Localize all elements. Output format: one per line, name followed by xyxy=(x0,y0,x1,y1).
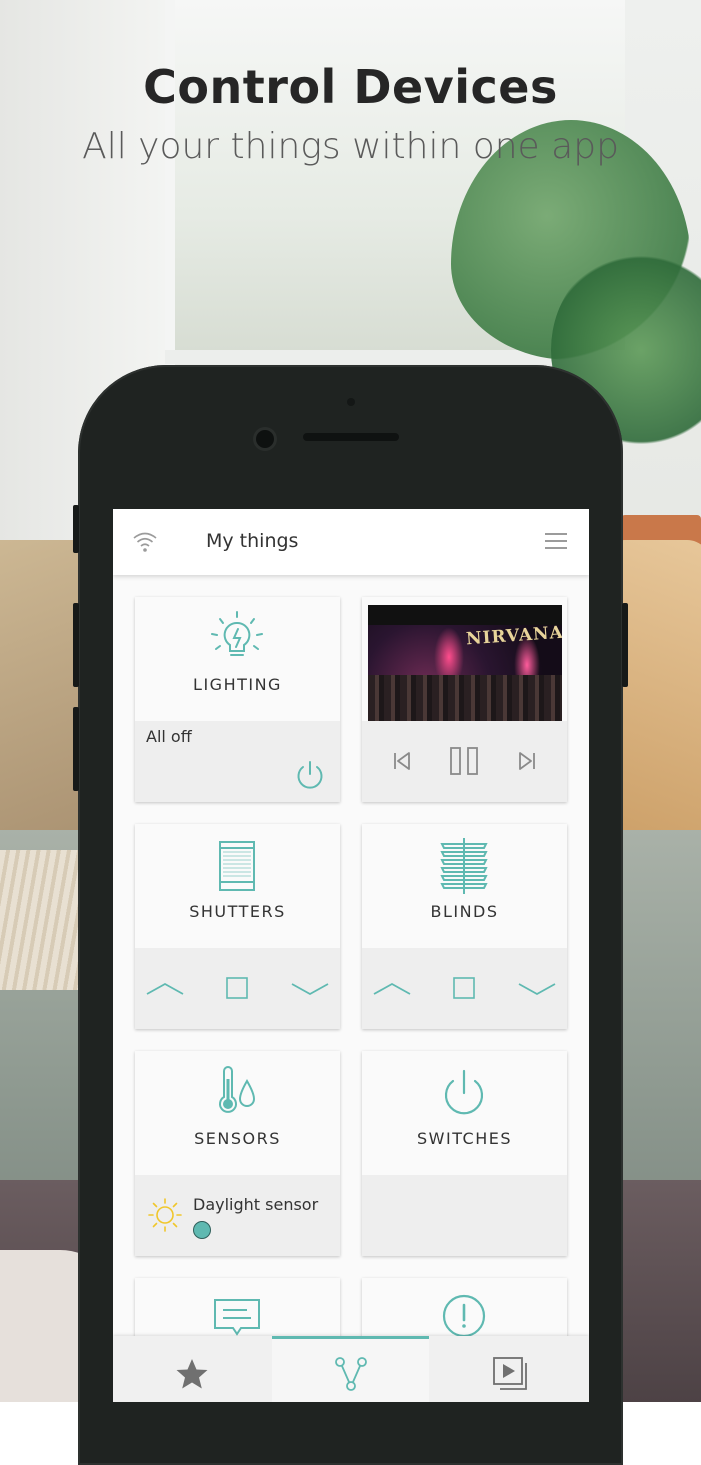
nav-things[interactable] xyxy=(272,1336,429,1402)
album-cover: NIRVANA xyxy=(368,605,562,721)
active-tab-indicator xyxy=(272,1336,429,1339)
nav-favorites[interactable] xyxy=(113,1336,270,1402)
things-grid: LIGHTING All off NIRVANA SHUTTERS BLINDS… xyxy=(113,575,589,1402)
media-icon xyxy=(493,1357,527,1390)
down-icon[interactable] xyxy=(517,974,557,1004)
phone-button xyxy=(73,603,79,687)
tile-label: LIGHTING xyxy=(193,675,282,694)
light-bulb-icon xyxy=(211,611,263,656)
blinds-icon xyxy=(440,838,488,894)
previous-icon[interactable] xyxy=(390,749,414,773)
tile-label: BLINDS xyxy=(430,902,499,921)
tile-label: SWITCHES xyxy=(417,1129,512,1148)
stop-icon[interactable] xyxy=(217,974,257,1004)
tile-blinds[interactable]: BLINDS xyxy=(362,824,567,1029)
camera xyxy=(256,430,274,448)
tile-media-player[interactable]: NIRVANA xyxy=(362,597,567,802)
sun-icon xyxy=(148,1198,182,1232)
page-title: My things xyxy=(206,530,299,552)
power-icon[interactable] xyxy=(293,758,327,792)
album-title: NIRVANA xyxy=(465,622,562,650)
earpiece-speaker xyxy=(303,433,399,441)
hamburger-menu-icon[interactable] xyxy=(545,533,567,551)
phone-button xyxy=(73,707,79,791)
stop-icon[interactable] xyxy=(444,974,484,1004)
phone-screen: My things LIGHTING All off NIRVANA SHUTT… xyxy=(113,509,589,1402)
app-bar: My things xyxy=(113,509,589,575)
network-icon xyxy=(335,1357,367,1391)
thermometer-drop-icon xyxy=(219,1066,256,1113)
hero-title: Control Devices xyxy=(143,60,558,114)
pause-icon[interactable] xyxy=(448,745,480,777)
up-icon[interactable] xyxy=(145,974,185,1004)
up-icon[interactable] xyxy=(372,974,412,1004)
tile-switches[interactable]: SWITCHES xyxy=(362,1051,567,1256)
nav-media[interactable] xyxy=(431,1336,588,1402)
tile-shutters[interactable]: SHUTTERS xyxy=(135,824,340,1029)
shutter-icon xyxy=(219,841,255,891)
tile-label: SHUTTERS xyxy=(189,902,286,921)
tile-label: SENSORS xyxy=(194,1129,281,1148)
sensor-name: Daylight sensor xyxy=(193,1195,319,1214)
phone-button xyxy=(622,603,628,687)
power-icon xyxy=(444,1069,484,1115)
blanket xyxy=(0,850,90,990)
next-icon[interactable] xyxy=(515,749,539,773)
phone-button xyxy=(73,505,79,553)
sensor-status-dot xyxy=(193,1221,211,1239)
proximity-sensor xyxy=(347,398,355,406)
hero-subtitle: All your things within one app xyxy=(82,126,619,167)
lighting-status: All off xyxy=(146,727,192,746)
tile-sensors[interactable]: SENSORS Daylight sensor xyxy=(135,1051,340,1256)
tile-lighting[interactable]: LIGHTING All off xyxy=(135,597,340,802)
bottom-navigation xyxy=(113,1336,589,1402)
window-frame xyxy=(165,0,175,370)
star-icon xyxy=(176,1359,208,1389)
down-icon[interactable] xyxy=(290,974,330,1004)
wifi-icon[interactable] xyxy=(132,529,158,553)
